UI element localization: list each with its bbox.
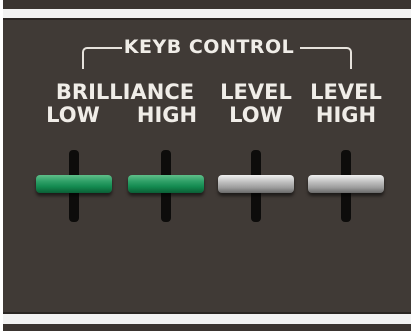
synth-panel-screenshot: KEYB CONTROL BRILLIANCE LOW HIGH LEVEL L… [0, 0, 418, 331]
slider-label-brilliance: BRILLIANCE [55, 80, 195, 104]
panel-top-edge [3, 0, 411, 9]
panel-bottom-rule [3, 314, 411, 324]
slider-label-brilliance-low: LOW [46, 103, 100, 127]
slider-label-level-high-top: LEVEL [310, 80, 382, 104]
panel-top-rule [3, 9, 411, 18]
slider-label-level-low: LOW [229, 103, 283, 127]
slider-label-brilliance-high: HIGH [136, 103, 198, 127]
fader-knob-green-icon[interactable] [128, 175, 204, 193]
fader-knob-grey-icon[interactable] [218, 175, 294, 193]
slider-label-level-low-top: LEVEL [220, 80, 292, 104]
fader-knob-green-icon[interactable] [36, 175, 112, 193]
fader-knob-grey-icon[interactable] [308, 175, 384, 193]
section-heading: KEYB CONTROL [123, 36, 295, 58]
panel-bottom-edge [3, 324, 411, 331]
slider-label-level-high: HIGH [315, 103, 377, 127]
